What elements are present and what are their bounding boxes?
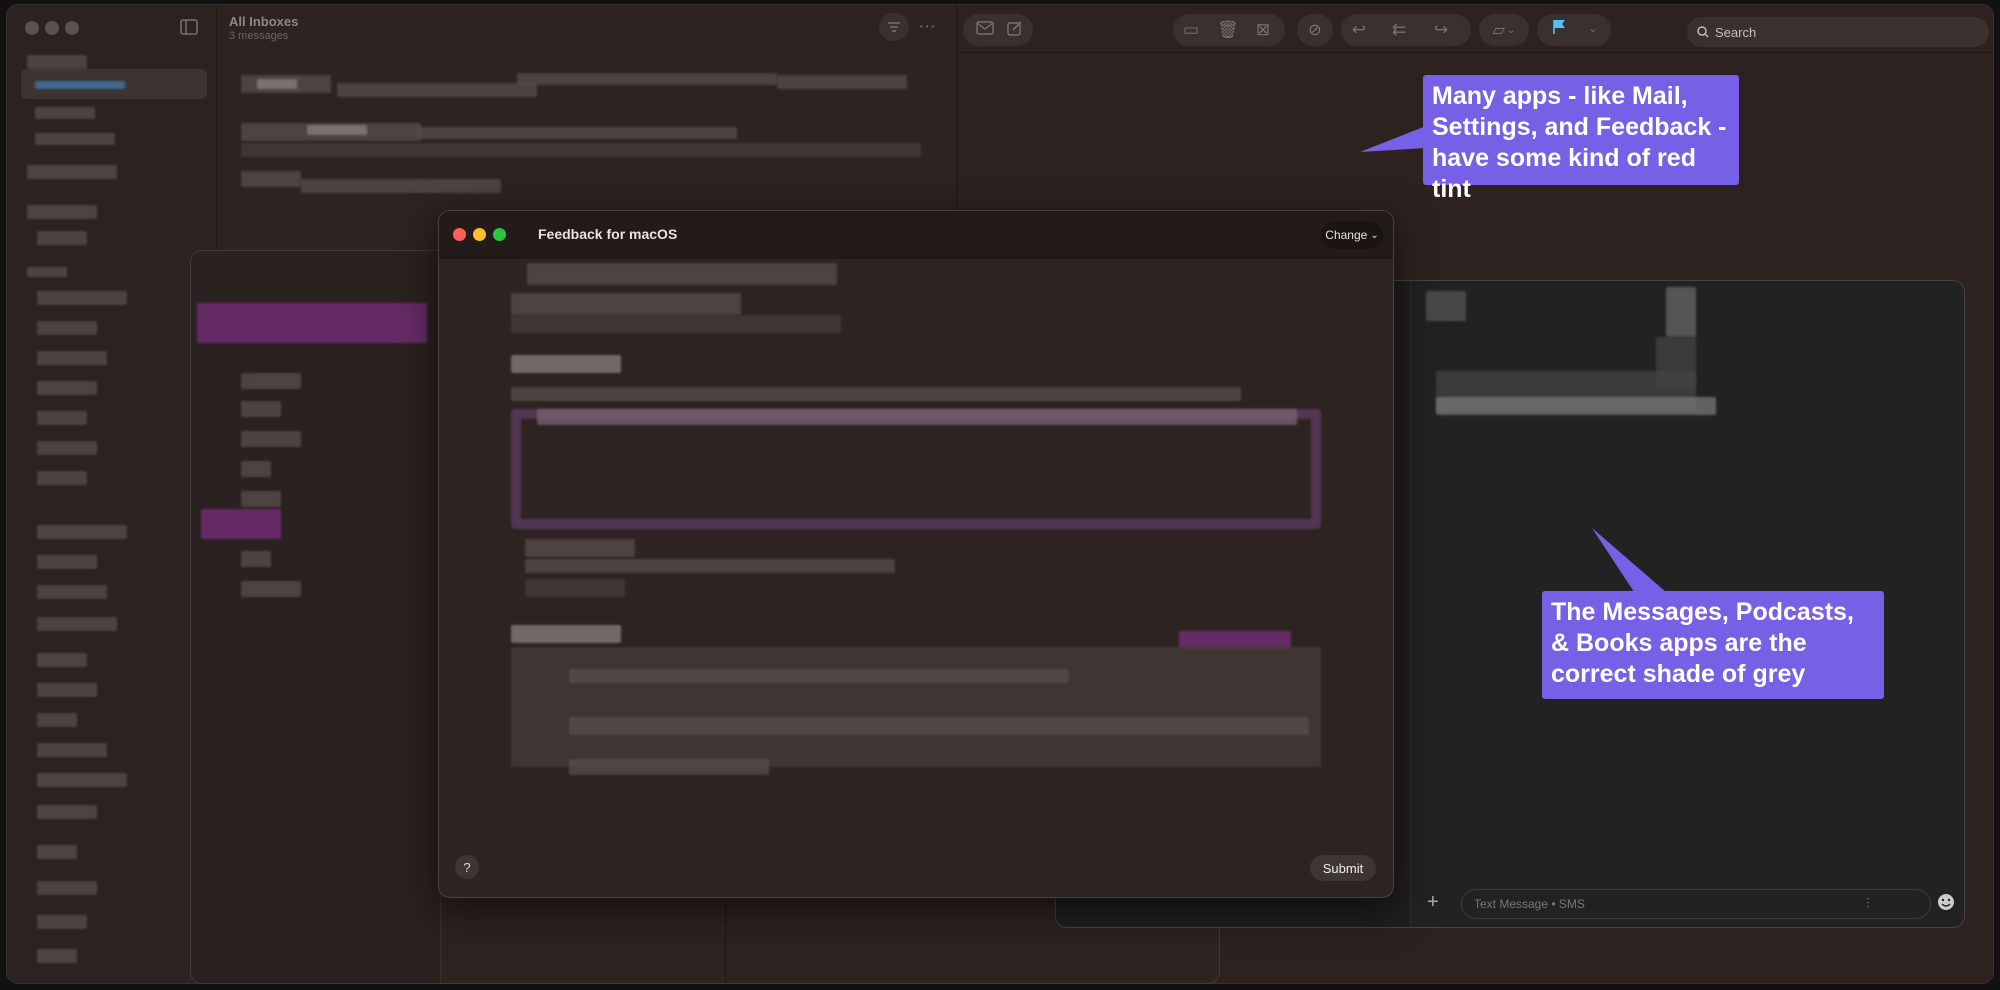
- folder-icon[interactable]: ▱ ⌄: [1479, 14, 1529, 46]
- feedback-text-field[interactable]: [511, 409, 1321, 529]
- list-item[interactable]: [217, 115, 957, 165]
- callout1-pointer: [1360, 126, 1426, 152]
- callout2-pointer: [1592, 528, 1666, 592]
- flag-icon[interactable]: [1549, 19, 1569, 39]
- more-icon[interactable]: ⋯: [917, 17, 937, 37]
- change-button-label: Change: [1325, 228, 1368, 242]
- reply-icon[interactable]: ↩: [1349, 20, 1369, 40]
- archive-icon[interactable]: ▭: [1181, 20, 1201, 40]
- message-input[interactable]: Text Message • SMS ⫶: [1461, 889, 1931, 919]
- mail-close-button[interactable]: [25, 21, 39, 35]
- chevron-down-icon[interactable]: ⌄: [1583, 19, 1603, 39]
- filter-icon[interactable]: [879, 13, 909, 41]
- emoji-icon[interactable]: [1937, 893, 1955, 911]
- annotation-callout: Many apps - like Mail, Settings, and Fee…: [1423, 75, 1739, 203]
- change-button[interactable]: Change ⌄: [1321, 221, 1383, 249]
- mail-zoom-button[interactable]: [65, 21, 79, 35]
- list-item[interactable]: [217, 165, 957, 215]
- mail-list-title: All Inboxes: [229, 14, 299, 29]
- feedback-titlebar: Feedback for macOS Change ⌄: [439, 211, 1393, 259]
- mail-sidebar: [7, 5, 217, 983]
- reply-all-icon[interactable]: ⇇: [1389, 20, 1409, 40]
- list-item[interactable]: [217, 65, 957, 115]
- message-compose-bar: + Text Message • SMS ⫶: [1411, 881, 1964, 927]
- search-input[interactable]: Search: [1687, 17, 1989, 47]
- help-button[interactable]: ?: [455, 855, 479, 879]
- window-title: Feedback for macOS: [538, 226, 678, 242]
- minimize-button[interactable]: [473, 228, 486, 241]
- mute-icon[interactable]: ⊘: [1297, 14, 1333, 46]
- zoom-button[interactable]: [493, 228, 506, 241]
- close-button[interactable]: [453, 228, 466, 241]
- annotation-callout: The Messages, Podcasts, & Books apps are…: [1542, 591, 1884, 699]
- add-attachment-button[interactable]: +: [1427, 891, 1439, 914]
- chevron-down-icon: ⌄: [1370, 229, 1379, 241]
- feedback-window: Feedback for macOS Change ⌄ ? Submit: [438, 210, 1394, 898]
- submit-button[interactable]: Submit: [1310, 855, 1376, 881]
- compose-icon[interactable]: [1005, 20, 1025, 40]
- mail-list-subtitle: 3 messages: [229, 30, 289, 42]
- sidebar-icon[interactable]: [179, 19, 199, 39]
- settings-sidebar: [191, 251, 441, 983]
- junk-icon[interactable]: ⊠: [1253, 20, 1273, 40]
- trash-icon[interactable]: 🗑︎: [1217, 20, 1239, 40]
- message-input-placeholder: Text Message • SMS: [1474, 897, 1585, 911]
- search-icon: [1697, 26, 1709, 38]
- forward-icon[interactable]: ↪: [1431, 20, 1451, 40]
- mail-minimize-button[interactable]: [45, 21, 59, 35]
- audio-waveform-icon[interactable]: ⫶: [1866, 895, 1870, 912]
- mail-toolbar: ▭ 🗑︎ ⊠ ⊘ ↩ ⇇ ↪ ▱ ⌄ ⌄ Search: [957, 5, 1993, 53]
- feedback-form: [439, 259, 1393, 839]
- search-placeholder: Search: [1715, 24, 1757, 40]
- envelope-icon[interactable]: [975, 20, 995, 40]
